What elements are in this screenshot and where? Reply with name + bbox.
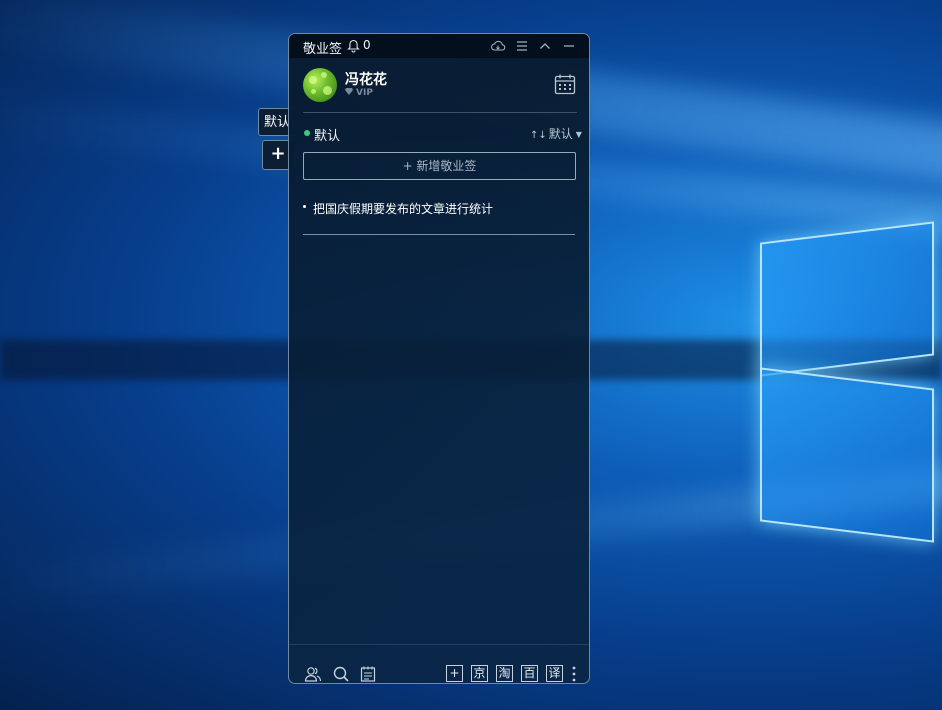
bullet-icon — [303, 205, 306, 208]
app-title: 敬业签 — [303, 42, 343, 57]
ext-jd-button[interactable]: 京 — [471, 665, 488, 682]
ext-baidu-button[interactable]: 百 — [521, 665, 538, 682]
chevron-up-icon[interactable] — [537, 38, 553, 54]
ext-add-button[interactable]: + — [446, 665, 463, 682]
vip-label: VIP — [356, 88, 373, 98]
search-icon[interactable] — [332, 665, 350, 683]
bell-icon[interactable] — [347, 38, 360, 57]
contacts-icon[interactable] — [304, 665, 322, 683]
ext-taobao-button[interactable]: 淘 — [496, 665, 513, 682]
avatar[interactable] — [303, 68, 337, 102]
diamond-icon — [345, 88, 353, 95]
sort-arrows-icon: ↑↓ — [530, 130, 547, 141]
titlebar[interactable]: 敬业签 0 — [289, 34, 589, 58]
category-title[interactable]: 默认 — [314, 125, 340, 144]
cloud-sync-icon[interactable] — [490, 38, 506, 54]
ext-translate-button[interactable]: 译 — [546, 665, 563, 682]
windows-logo-pane — [760, 221, 934, 377]
divider — [303, 234, 575, 235]
username[interactable]: 冯花花 — [345, 69, 387, 89]
more-options-icon[interactable] — [572, 665, 576, 683]
divider — [303, 112, 577, 113]
menu-icon[interactable] — [514, 38, 530, 54]
add-note-button[interactable]: + 新增敬业签 — [303, 152, 576, 180]
note-text[interactable]: 把国庆假期要发布的文章进行统计 — [313, 200, 493, 217]
bottom-toolbar: + 京 淘 百 译 — [289, 644, 589, 683]
minimize-icon[interactable] — [561, 38, 577, 54]
sticky-note-window: 敬业签 0 冯花花 VIP 默认 ↑↓ 默认 ▼ + 新增敬业签 把国庆假期要发… — [288, 33, 590, 684]
category-status-dot — [304, 130, 310, 136]
notepad-icon[interactable] — [359, 665, 377, 683]
windows-logo-pane — [760, 367, 934, 543]
calendar-icon[interactable] — [553, 72, 577, 96]
sort-label: 默认 — [548, 127, 573, 141]
side-tab-default[interactable]: 默认 — [258, 108, 292, 136]
vip-badge[interactable]: VIP — [345, 88, 373, 98]
notification-count: 0 — [363, 38, 371, 52]
chevron-down-icon: ▼ — [575, 130, 582, 139]
sort-dropdown[interactable]: ↑↓ 默认 ▼ — [530, 125, 582, 142]
